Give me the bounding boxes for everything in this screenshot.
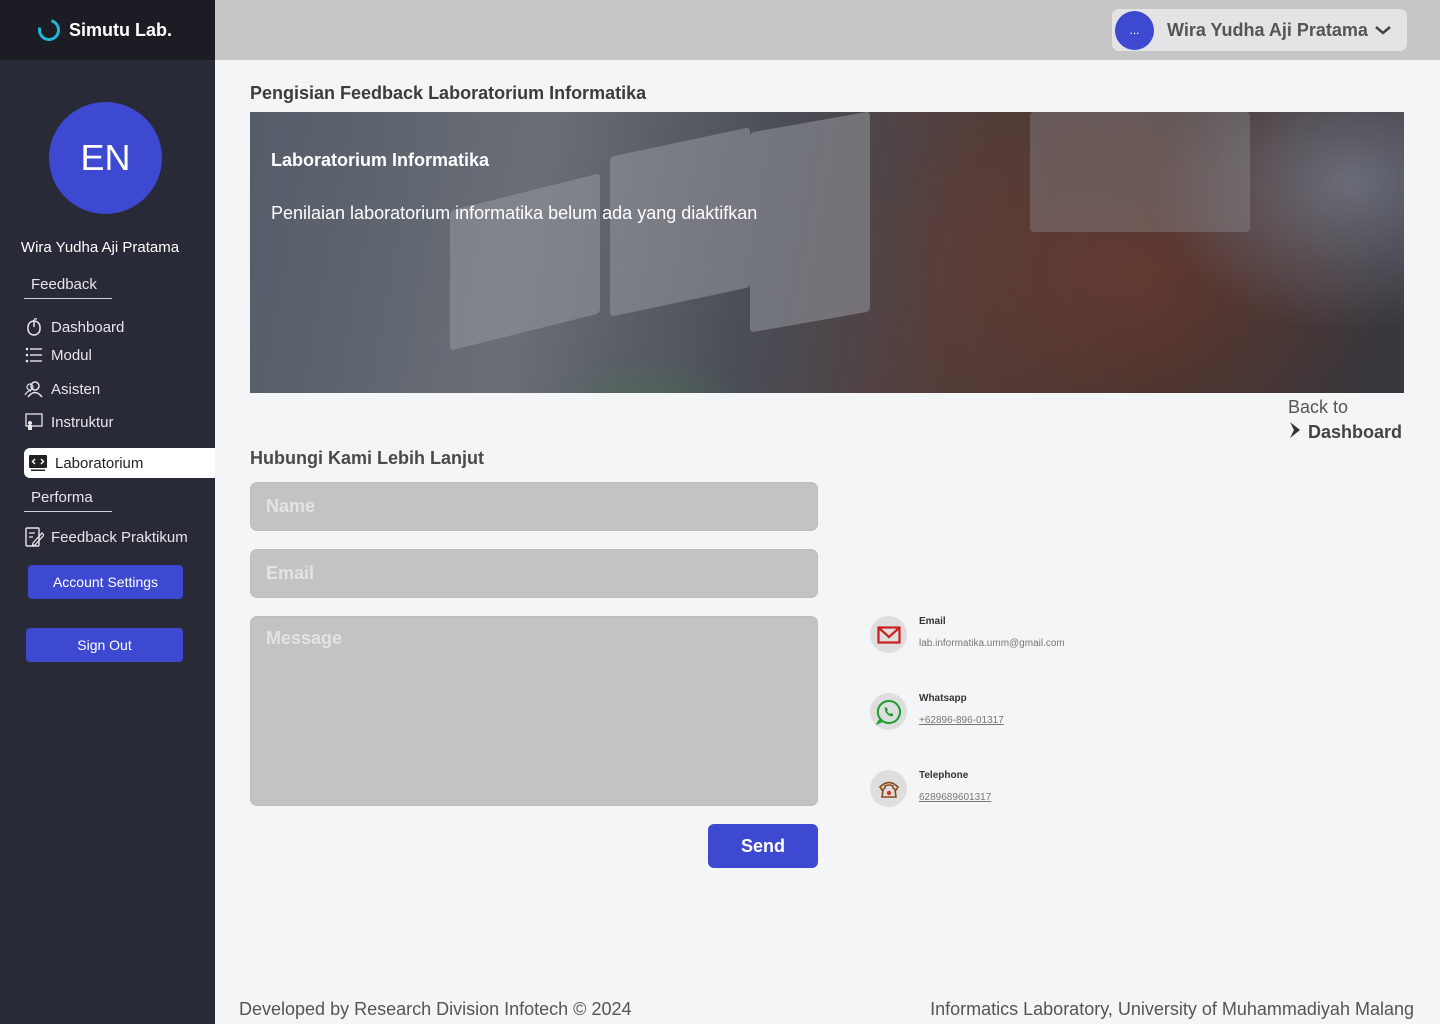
sidebar-user-name: Wira Yudha Aji Pratama bbox=[20, 239, 180, 256]
whatsapp-icon bbox=[870, 693, 907, 730]
back-to-dashboard-label: Dashboard bbox=[1308, 422, 1403, 442]
list-icon bbox=[24, 345, 44, 365]
sidebar-item-modul[interactable]: Modul bbox=[24, 342, 92, 368]
hero-title: Laboratorium Informatika bbox=[271, 150, 490, 170]
sidebar-item-label: Modul bbox=[51, 346, 92, 364]
chevron-right-icon bbox=[1288, 421, 1302, 444]
contact-telephone: Telephone 6289689601317 bbox=[870, 770, 991, 807]
code-icon bbox=[28, 453, 48, 473]
sidebar-item-asisten[interactable]: Asisten bbox=[24, 376, 100, 402]
contact-whatsapp: Whatsapp +62896-896-01317 bbox=[870, 693, 1004, 730]
footer-credit: Developed by Research Division Infotech … bbox=[239, 999, 632, 1019]
mouse-icon bbox=[24, 317, 44, 337]
sidebar-item-feedback-praktikum[interactable]: Feedback Praktikum bbox=[24, 524, 188, 550]
contact-whatsapp-label: Whatsapp bbox=[919, 693, 967, 704]
avatar-initials: EN bbox=[80, 137, 131, 178]
user-menu[interactable]: ... Wira Yudha Aji Pratama bbox=[1112, 9, 1407, 51]
brand-logo-icon bbox=[33, 14, 65, 46]
page-title: Pengisian Feedback Laboratorium Informat… bbox=[250, 83, 647, 103]
instructor-icon bbox=[24, 412, 44, 432]
user-menu-avatar: ... bbox=[1115, 10, 1154, 50]
sidebar-item-label: Instruktur bbox=[51, 413, 114, 431]
user-menu-name: Wira Yudha Aji Pratama bbox=[1167, 19, 1368, 40]
contact-email-label: Email bbox=[919, 616, 946, 627]
name-input[interactable] bbox=[250, 482, 818, 531]
contact-email: Email lab.informatika.umm@gmail.com bbox=[870, 616, 1065, 653]
sidebar-item-dashboard[interactable]: Dashboard bbox=[24, 314, 124, 340]
email-input[interactable] bbox=[250, 549, 818, 598]
contact-telephone-value[interactable]: 6289689601317 bbox=[919, 792, 991, 803]
account-settings-button[interactable]: Account Settings bbox=[28, 565, 183, 599]
hero-text: Penilaian laboratorium informatika belum… bbox=[271, 203, 758, 223]
hero-banner: Laboratorium Informatika Penilaian labor… bbox=[250, 112, 1404, 393]
message-textarea[interactable] bbox=[250, 616, 818, 806]
phone-icon bbox=[870, 770, 907, 807]
sidebar-item-instruktur[interactable]: Instruktur bbox=[24, 409, 114, 435]
section-performa: Performa bbox=[24, 489, 112, 512]
back-to-dashboard-link[interactable]: Dashboard bbox=[1288, 421, 1402, 444]
mail-icon bbox=[870, 616, 907, 653]
users-icon bbox=[24, 379, 44, 399]
chevron-down-icon bbox=[1374, 23, 1392, 41]
section-feedback: Feedback bbox=[24, 276, 112, 299]
footer-institution: Informatics Laboratory, University of Mu… bbox=[930, 999, 1414, 1019]
sidebar-item-laboratorium[interactable]: Laboratorium bbox=[24, 448, 215, 478]
back-to-label: Back to bbox=[1288, 397, 1349, 417]
contact-telephone-label: Telephone bbox=[919, 770, 969, 781]
brand[interactable]: Simutu Lab. bbox=[0, 0, 215, 60]
sidebar-item-label: Dashboard bbox=[51, 318, 125, 336]
brand-name: Simutu Lab. bbox=[69, 19, 172, 40]
send-button[interactable]: Send bbox=[708, 824, 818, 868]
sign-out-button[interactable]: Sign Out bbox=[26, 628, 183, 662]
edit-icon bbox=[24, 527, 44, 547]
sidebar: Simutu Lab. EN Wira Yudha Aji Pratama Fe… bbox=[0, 0, 215, 1024]
avatar: EN bbox=[49, 102, 162, 214]
contact-heading: Hubungi Kami Lebih Lanjut bbox=[250, 448, 484, 468]
contact-email-value[interactable]: lab.informatika.umm@gmail.com bbox=[919, 638, 1065, 649]
contact-whatsapp-value[interactable]: +62896-896-01317 bbox=[919, 715, 1004, 726]
sidebar-item-label: Feedback Praktikum bbox=[51, 528, 188, 546]
sidebar-item-label: Asisten bbox=[51, 380, 101, 398]
sidebar-item-label: Laboratorium bbox=[55, 454, 144, 472]
